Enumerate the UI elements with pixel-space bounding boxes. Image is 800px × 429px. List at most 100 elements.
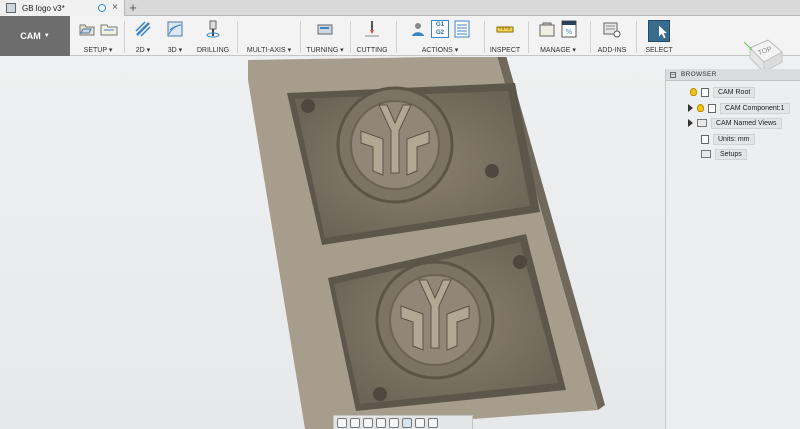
expand-arrow-icon[interactable] [688, 104, 693, 112]
viewports-icon[interactable] [428, 417, 438, 428]
tool-library-icon [538, 20, 556, 38]
3d-label: 3D ▾ [167, 47, 183, 54]
turning-icon [316, 20, 334, 38]
tree-node-label: CAM Root [713, 86, 756, 98]
drilling-group[interactable]: DRILLING [193, 16, 233, 56]
separator [590, 21, 591, 53]
document-title: GB logo v3* [22, 3, 65, 13]
lower-logo-emboss [375, 260, 495, 380]
setup-label: SETUP ▾ [83, 47, 113, 54]
add-ins-group[interactable]: ADD-INS [592, 16, 632, 56]
actions-label: ACTIONS ▾ [421, 47, 459, 54]
ribbon-toolbar: CAM ▼ SETUP ▾ 2D ▾ 3D ▾ DRILLING MULTI-A… [0, 16, 800, 56]
add-ins-label: ADD-INS [597, 47, 627, 54]
separator [396, 21, 397, 53]
tree-node-label: CAM Component:1 [720, 102, 790, 114]
visibility-bulb-icon[interactable] [697, 104, 704, 112]
expand-arrow-icon[interactable] [688, 119, 693, 127]
caret-down-icon: ▼ [43, 33, 50, 39]
select-arrow-icon [648, 20, 670, 42]
new-tab-button[interactable]: + [127, 0, 139, 16]
3d-adaptive-icon [166, 20, 184, 38]
inspect-group[interactable]: INSPECT [486, 16, 524, 56]
sync-status-icon [98, 4, 107, 12]
fit-icon[interactable] [389, 417, 399, 428]
post-process-icon: G1 G2 [431, 20, 449, 38]
browser-panel: – BROWSER CAM Root CAM Component:1 CAM N… [665, 69, 800, 429]
setup-sheet-icon [453, 20, 471, 38]
document-icon [701, 87, 709, 97]
2d-group[interactable]: 2D ▾ [127, 16, 159, 56]
tree-node-label: CAM Named Views [711, 117, 782, 129]
document-icon [6, 3, 16, 13]
2d-label: 2D ▾ [135, 47, 151, 54]
manage-label: MANAGE ▾ [540, 47, 576, 54]
new-setup-icon [78, 20, 96, 38]
document-tab-bar: GB logo v3* × + [0, 0, 800, 16]
tree-node-label: Setups [715, 148, 747, 160]
svg-text:%: % [566, 28, 573, 36]
tree-node-cam-root[interactable]: CAM Root [690, 86, 756, 98]
g1-text: G1 [435, 22, 444, 28]
setups-icon [701, 150, 711, 158]
separator [528, 21, 529, 53]
zoom-icon[interactable] [376, 417, 386, 428]
3d-group[interactable]: 3D ▾ [160, 16, 190, 56]
browser-title: BROWSER [681, 71, 717, 78]
cutting-group[interactable]: CUTTING [352, 16, 392, 56]
close-tab-icon[interactable]: × [112, 3, 118, 13]
visibility-bulb-icon[interactable] [690, 88, 697, 96]
grid-settings-icon[interactable] [415, 417, 425, 428]
document-tab[interactable]: GB logo v3* × [0, 0, 125, 16]
upper-logo-emboss [336, 86, 454, 204]
add-ins-icon [603, 20, 621, 38]
template-library-icon: % [560, 20, 578, 38]
cutting-label: CUTTING [356, 47, 388, 54]
actions-group[interactable]: G1 G2 ACTIONS ▾ [398, 16, 482, 56]
tree-node-named-views[interactable]: CAM Named Views [688, 117, 782, 129]
setup-folder-icon [100, 20, 118, 38]
separator [237, 21, 238, 53]
navigation-bar [333, 415, 473, 429]
folder-icon [697, 119, 707, 127]
select-group[interactable]: SELECT [638, 16, 680, 56]
manage-group[interactable]: % MANAGE ▾ [530, 16, 586, 56]
upper-pin-hole-left [301, 99, 315, 113]
lower-pin-hole-left [373, 387, 387, 401]
browser-header[interactable]: – BROWSER [666, 69, 800, 81]
turning-group[interactable]: TURNING ▾ [302, 16, 348, 56]
tree-node-label: Units: mm [713, 133, 755, 145]
2d-contour-icon [134, 20, 152, 38]
workspace-label: CAM [20, 31, 41, 41]
cutting-torch-icon [363, 20, 381, 38]
collapse-icon[interactable]: – [670, 71, 676, 78]
select-label: SELECT [645, 47, 673, 54]
simulate-icon [409, 20, 427, 38]
multi-axis-label: MULTI-AXIS ▾ [246, 47, 292, 54]
units-icon [701, 134, 709, 144]
separator [636, 21, 637, 53]
component-icon [708, 103, 716, 113]
look-at-icon[interactable] [350, 417, 360, 428]
tree-node-units[interactable]: Units: mm [701, 133, 755, 145]
pan-hand-icon[interactable] [363, 417, 373, 428]
tree-node-setups[interactable]: Setups [701, 148, 747, 160]
orbit-icon[interactable] [337, 417, 347, 428]
setup-group[interactable]: SETUP ▾ [74, 16, 122, 56]
upper-pin-hole-right [485, 164, 499, 178]
drill-icon [204, 20, 222, 38]
g2-text: G2 [435, 30, 444, 36]
workspace-switcher[interactable]: CAM ▼ [0, 16, 70, 56]
tree-node-cam-component[interactable]: CAM Component:1 [688, 102, 790, 114]
measure-icon [496, 20, 514, 38]
separator [124, 21, 125, 53]
drilling-label: DRILLING [196, 47, 230, 54]
separator [350, 21, 351, 53]
display-settings-icon[interactable] [402, 417, 412, 428]
separator [484, 21, 485, 53]
lower-pin-hole-right [513, 255, 527, 269]
separator [300, 21, 301, 53]
multi-axis-group[interactable]: MULTI-AXIS ▾ [240, 16, 298, 56]
turning-label: TURNING ▾ [306, 47, 344, 54]
inspect-label: INSPECT [489, 47, 521, 54]
